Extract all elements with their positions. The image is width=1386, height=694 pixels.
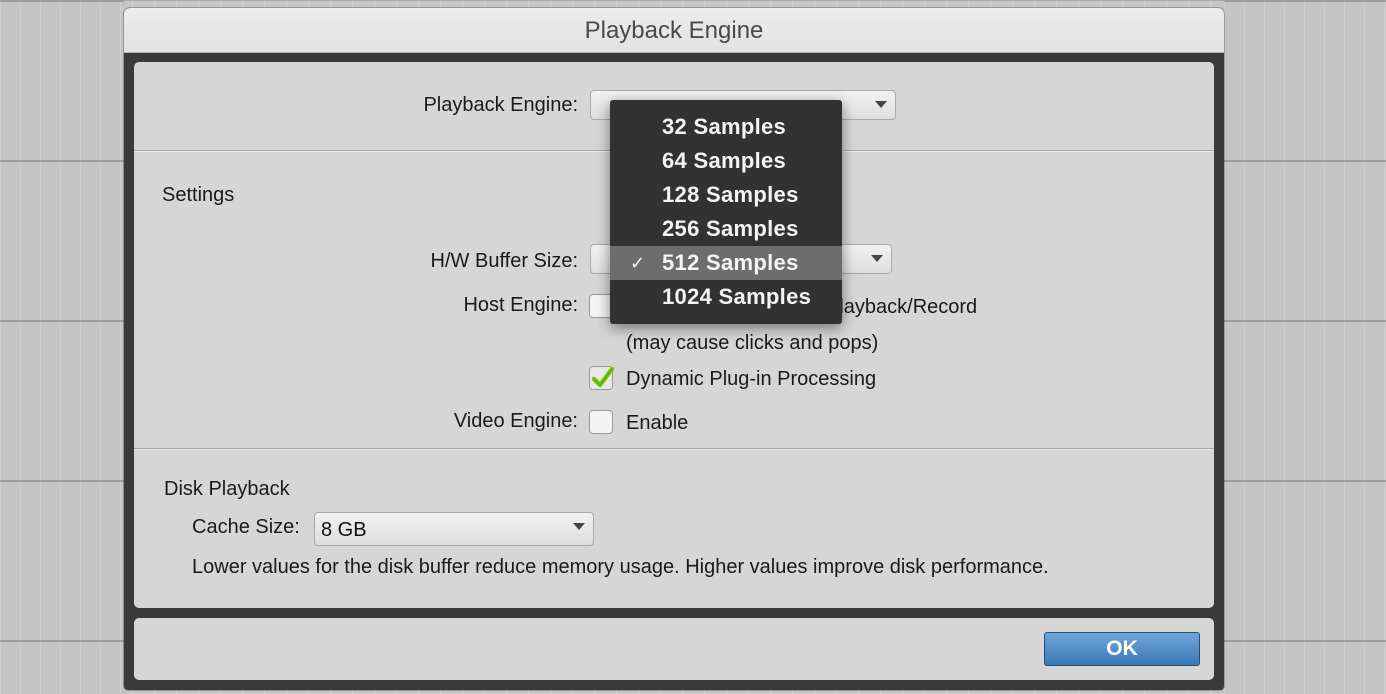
video-engine-label: Video Engine: xyxy=(453,410,578,432)
menu-item-label: 256 Samples xyxy=(662,216,799,241)
background-track-area-right xyxy=(1224,0,1386,694)
menu-item-128-samples[interactable]: 128 Samples xyxy=(610,178,842,212)
section-divider xyxy=(134,448,1214,450)
playback-engine-label: Playback Engine: xyxy=(423,94,578,116)
video-engine-enable-checkbox[interactable] xyxy=(589,410,613,434)
disk-playback-heading: Disk Playback xyxy=(164,478,290,500)
hw-buffer-size-menu: 32 Samples 64 Samples 128 Samples 256 Sa… xyxy=(610,100,842,324)
video-engine-enable-label: Enable xyxy=(626,412,689,434)
footer-panel: OK xyxy=(134,618,1214,680)
menu-item-1024-samples[interactable]: 1024 Samples xyxy=(610,280,842,314)
menu-item-512-samples[interactable]: ✓ 512 Samples xyxy=(610,246,842,280)
cache-size-label: Cache Size: xyxy=(192,516,300,538)
dynamic-plugin-processing-checkbox[interactable] xyxy=(589,366,615,390)
checkmark-icon xyxy=(591,366,615,388)
main-panel: Playback Engine: Settings H/W Buffer Siz… xyxy=(134,62,1214,608)
chevron-down-icon xyxy=(875,101,887,108)
checkmark-icon: ✓ xyxy=(630,253,646,273)
disk-buffer-note: Lower values for the disk buffer reduce … xyxy=(192,556,1049,578)
chevron-down-icon xyxy=(573,523,585,530)
cache-size-value: 8 GB xyxy=(321,519,367,541)
menu-item-256-samples[interactable]: 256 Samples xyxy=(610,212,842,246)
menu-item-label: 32 Samples xyxy=(662,114,787,139)
cache-size-select[interactable]: 8 GB xyxy=(314,512,594,546)
menu-item-label: 512 Samples xyxy=(662,250,799,275)
background-track-area-left xyxy=(0,0,124,694)
hw-buffer-size-label: H/W Buffer Size: xyxy=(430,250,578,272)
dialog-title: Playback Engine xyxy=(124,8,1224,53)
menu-item-64-samples[interactable]: 64 Samples xyxy=(610,144,842,178)
ok-button[interactable]: OK xyxy=(1044,632,1200,666)
menu-item-label: 1024 Samples xyxy=(662,284,812,309)
dynamic-plugin-processing-label: Dynamic Plug-in Processing xyxy=(626,368,877,390)
playback-engine-dialog: Playback Engine Playback Engine: Setting… xyxy=(124,8,1224,690)
menu-item-32-samples[interactable]: 32 Samples xyxy=(610,110,842,144)
error-suppression-label: Playback/Record xyxy=(826,296,978,318)
host-engine-label: Host Engine: xyxy=(463,294,578,316)
clicks-and-pops-note: (may cause clicks and pops) xyxy=(626,332,879,354)
menu-item-label: 128 Samples xyxy=(662,182,799,207)
chevron-down-icon xyxy=(871,255,883,262)
settings-heading: Settings xyxy=(162,184,235,206)
menu-item-label: 64 Samples xyxy=(662,148,787,173)
